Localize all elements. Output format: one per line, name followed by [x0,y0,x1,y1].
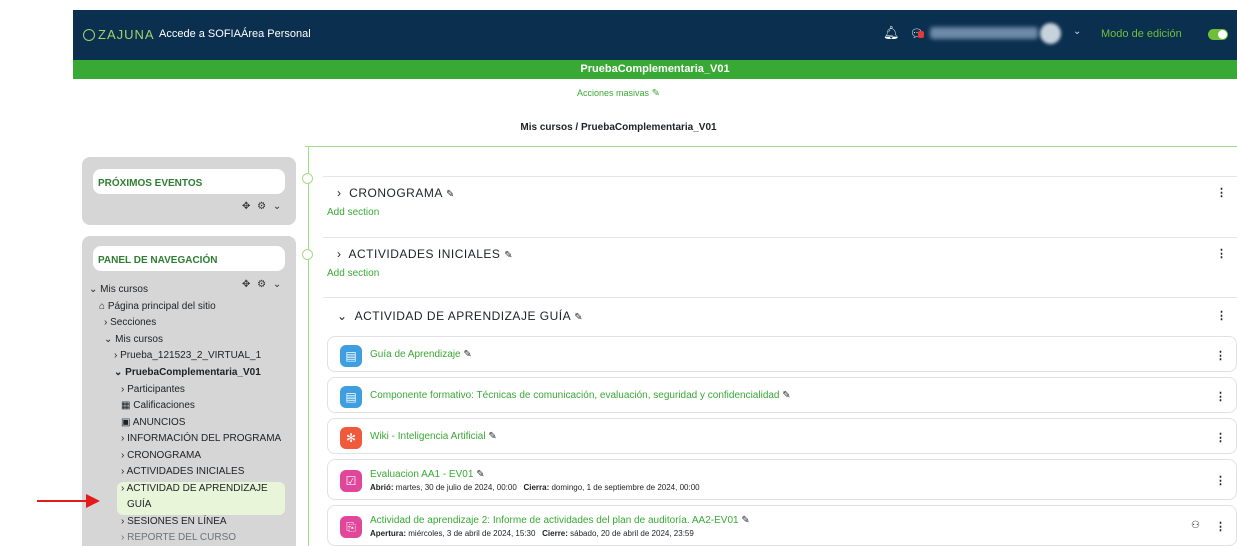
user-name-blurred[interactable] [930,27,1038,39]
nav-item-announcements[interactable]: ▣ ANUNCIOS [121,417,185,428]
pencil-icon[interactable]: ✎ [782,390,790,401]
forum-icon: ▣ [121,417,131,428]
pencil-icon[interactable]: ✎ [446,189,455,200]
pencil-icon: ✎ [651,88,660,99]
nav-item-home[interactable]: ⌂ Página principal del sitio [99,301,216,312]
section-learning-activity[interactable]: ⌄ ACTIVIDAD DE APRENDIZAJE GUÍA ✎ ⋮ [323,297,1237,325]
site-logo[interactable]: ZAJUNA [83,27,155,42]
activity-menu-icon[interactable]: ⋮ [1215,431,1226,444]
pencil-icon[interactable]: ✎ [463,349,471,360]
upcoming-events-block: PRÓXIMOS EVENTOS ✥ ⚙︎ ⌄ [82,157,296,225]
home-icon: ⌂ [99,301,106,312]
section-schedule[interactable]: › CRONOGRAMA ✎ ⋮ [323,176,1237,204]
nav-item-learning-activity-cont[interactable]: GUÍA [127,499,151,510]
timeline-node [302,249,313,260]
nav-item-program-info[interactable]: › INFORMACIÓN DEL PROGRAMA [121,433,281,444]
user-menu-chevron-down-icon[interactable]: ⌄ [1073,26,1081,37]
pencil-icon[interactable]: ✎ [504,250,513,261]
nav-item-grades[interactable]: ▦ Calificaciones [121,400,195,411]
nav-item-course-prueba[interactable]: › Prueba_121523_2_VIRTUAL_1 [114,350,261,361]
section-menu-icon[interactable]: ⋮ [1216,186,1227,199]
divider [305,146,1237,147]
activity-item[interactable]: ✻ Wiki - Inteligencia Artificial ✎ ⋮ [327,418,1237,454]
logo-icon [83,28,95,41]
page-icon: ▤ [340,345,362,367]
nav-item-learning-activity[interactable]: › ACTIVIDAD DE APRENDIZAJE [121,483,268,494]
annotation-arrow-head [86,494,100,508]
notifications-bell-icon[interactable]: 🔔︎ [883,25,900,41]
avatar[interactable] [1040,23,1061,44]
bulk-actions-link[interactable]: Acciones masivas ✎ [0,88,1237,99]
block-title: PANEL DE NAVEGACIÓN [93,246,285,271]
block-title: PRÓXIMOS EVENTOS [93,169,285,194]
course-title-bar: PruebaComplementaria_V01 [73,60,1237,79]
quiz-icon: ☑ [340,470,362,492]
block-controls[interactable]: ✥ ⚙︎ ⌄ [242,201,283,212]
nav-item-course-report[interactable]: › REPORTE DEL CURSO [121,532,236,543]
pencil-icon[interactable]: ✎ [741,515,749,526]
edit-mode-label: Modo de edición [1101,28,1182,40]
breadcrumb[interactable]: Mis cursos / PruebaComplementaria_V01 [0,122,1237,133]
nav-item-current-course[interactable]: ⌄ PruebaComplementaria_V01 [114,367,261,378]
pencil-icon[interactable]: ✎ [574,312,583,323]
activity-menu-icon[interactable]: ⋮ [1215,390,1226,403]
timeline-node [302,173,313,184]
activity-menu-icon[interactable]: ⋮ [1215,349,1226,362]
activity-dates: Apertura: miércoles, 3 de abril de 2024,… [370,529,694,538]
activity-menu-icon[interactable]: ⋮ [1215,474,1226,487]
page-icon: ▤ [340,386,362,408]
activity-dates: Abrió: martes, 30 de julio de 2024, 00:0… [370,483,700,492]
section-initial-activities[interactable]: › ACTIVIDADES INICIALES ✎ ⋮ [323,237,1237,265]
group-icon[interactable]: ⚇ [1191,520,1200,531]
message-count-badge [918,31,924,38]
nav-item-online-sessions[interactable]: › SESIONES EN LÍNEA [121,516,227,527]
nav-item-sections[interactable]: › Secciones [104,317,156,328]
divider [308,146,309,546]
activity-item[interactable]: ☑ Evaluacion AA1 - EV01 ✎ Abrió: martes,… [327,459,1237,500]
chevron-down-icon[interactable]: ⌄ [337,309,348,323]
edit-mode-toggle[interactable] [1208,29,1228,40]
nav-item-schedule[interactable]: › CRONOGRAMA [121,450,201,461]
block-controls[interactable]: ✥ ⚙︎ ⌄ [242,279,283,290]
nav-item-participants[interactable]: › Participantes [121,384,185,395]
pencil-icon[interactable]: ✎ [476,469,484,480]
add-section-link[interactable]: Add section [327,207,379,218]
activity-item[interactable]: ⎘ Actividad de aprendizaje 2: Informe de… [327,505,1237,546]
table-icon: ▦ [121,400,131,411]
activity-item[interactable]: ▤ Componente formativo: Técnicas de comu… [327,377,1237,413]
chevron-right-icon[interactable]: › [337,247,342,261]
top-navbar: ZAJUNA Accede a SOFIA Área Personal 🔔︎ 💬… [73,10,1237,60]
activity-item[interactable]: ▤ Guía de Aprendizaje ✎ ⋮ [327,336,1237,372]
annotation-arrow [37,500,89,502]
nav-link-area-personal[interactable]: Área Personal [241,28,311,40]
section-menu-icon[interactable]: ⋮ [1216,247,1227,260]
activity-menu-icon[interactable]: ⋮ [1215,520,1226,533]
section-menu-icon[interactable]: ⋮ [1216,309,1227,322]
nav-link-sofia[interactable]: Accede a SOFIA [159,28,241,40]
add-section-link[interactable]: Add section [327,268,379,279]
messages-icon[interactable]: 💬︎ [910,27,924,40]
assignment-icon: ⎘ [340,516,362,538]
nav-item-my-courses[interactable]: ⌄ Mis cursos [89,284,148,295]
nav-item-initial-activities[interactable]: › ACTIVIDADES INICIALES [121,466,244,477]
pencil-icon[interactable]: ✎ [488,431,496,442]
wiki-icon: ✻ [340,427,362,449]
chevron-right-icon[interactable]: › [337,186,342,200]
nav-item-my-courses-sub[interactable]: ⌄ Mis cursos [104,334,163,345]
